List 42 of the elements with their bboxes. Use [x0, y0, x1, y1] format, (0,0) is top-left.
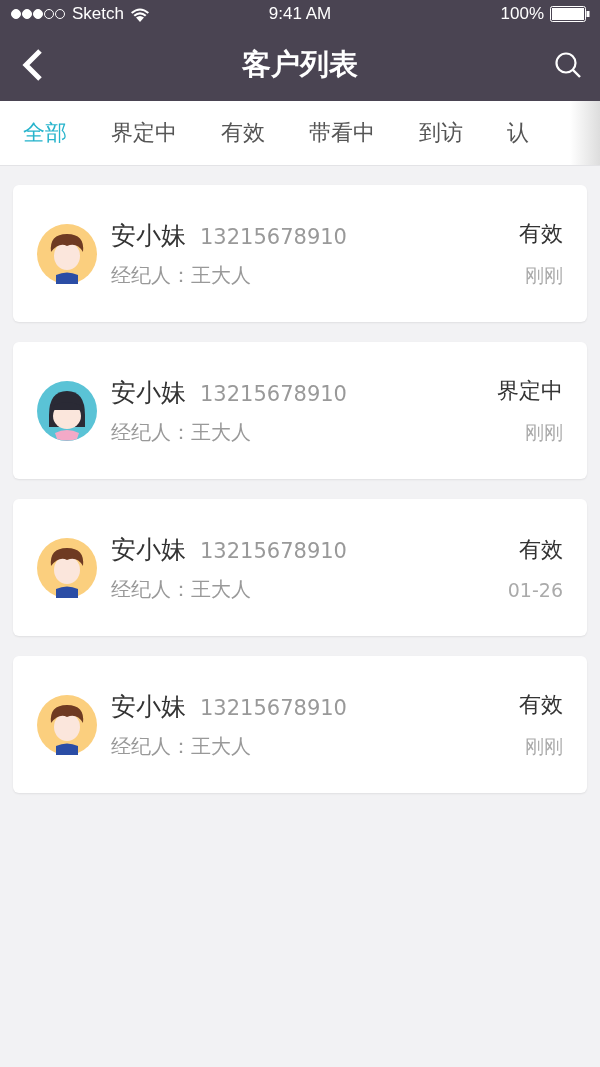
- page-title: 客户列表: [242, 45, 358, 83]
- battery-percent: 100%: [500, 4, 544, 24]
- customer-name: 安小妹: [111, 533, 186, 566]
- agent-label: 经纪人：王大人: [111, 418, 252, 446]
- phone-number: 13215678910: [200, 224, 347, 249]
- status-label: 有效: [519, 219, 563, 248]
- avatar-icon: [37, 380, 97, 441]
- customer-card[interactable]: 安小妹 13215678910 经纪人：王大人 有效 刚刚: [13, 185, 587, 322]
- customer-name: 安小妹: [111, 690, 186, 723]
- customer-card[interactable]: 安小妹 13215678910 经纪人：王大人 界定中 刚刚: [13, 342, 587, 479]
- search-button[interactable]: [554, 50, 582, 79]
- scroll-shadow: [570, 101, 600, 165]
- agent-label: 经纪人：王大人: [111, 732, 252, 760]
- customer-name: 安小妹: [111, 219, 186, 252]
- avatar-icon: [37, 223, 97, 284]
- time-label: 刚刚: [525, 733, 563, 759]
- filter-tab[interactable]: 认: [507, 118, 529, 148]
- phone-number: 13215678910: [200, 381, 347, 406]
- customer-name: 安小妹: [111, 376, 186, 409]
- agent-label: 经纪人：王大人: [111, 261, 252, 289]
- avatar-icon: [37, 694, 97, 755]
- filter-tab[interactable]: 到访: [419, 118, 463, 148]
- customer-card[interactable]: 安小妹 13215678910 经纪人：王大人 有效 01-26: [13, 499, 587, 636]
- phone-number: 13215678910: [200, 538, 347, 563]
- battery-icon: [550, 6, 590, 22]
- status-label: 有效: [519, 535, 563, 564]
- status-label: 有效: [519, 690, 563, 719]
- agent-label: 经纪人：王大人: [111, 575, 252, 603]
- time-label: 刚刚: [525, 419, 563, 445]
- time-label: 01-26: [507, 578, 563, 601]
- filter-tab[interactable]: 带看中: [309, 118, 375, 148]
- phone-number: 13215678910: [200, 695, 347, 720]
- time-label: 刚刚: [525, 262, 563, 288]
- clock-time: 9:41 AM: [268, 4, 332, 24]
- filter-tab[interactable]: 有效: [221, 118, 265, 148]
- carrier-name: Sketch: [72, 4, 124, 24]
- status-label: 界定中: [497, 376, 563, 405]
- customer-card[interactable]: 安小妹 13215678910 经纪人：王大人 有效 刚刚: [13, 656, 587, 793]
- avatar-icon: [37, 537, 97, 598]
- filter-tab[interactable]: 界定中: [111, 118, 177, 148]
- wifi-icon: [130, 6, 150, 22]
- signal-icon: [10, 8, 66, 20]
